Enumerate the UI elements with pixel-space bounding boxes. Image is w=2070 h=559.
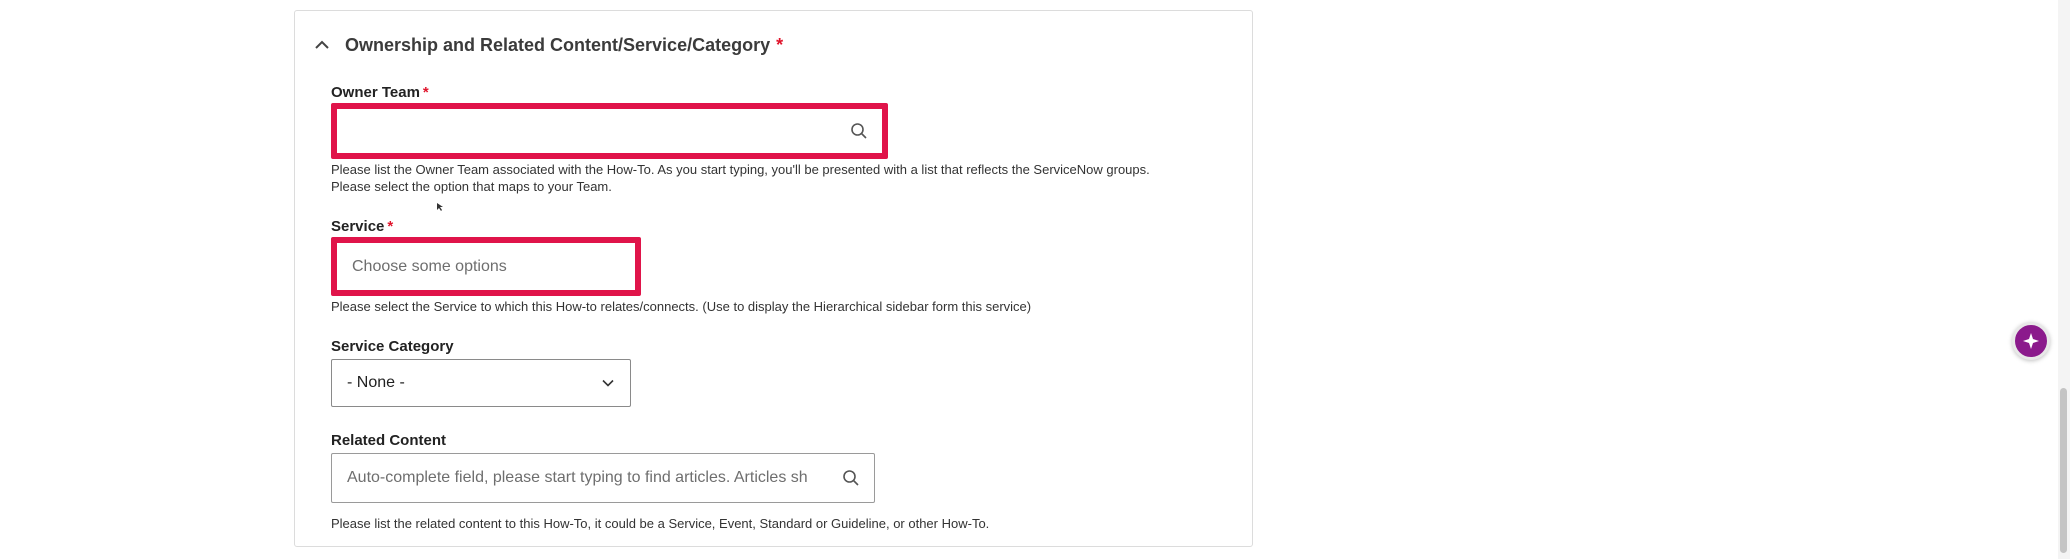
related-content-label: Related Content — [331, 432, 447, 449]
sparkle-icon — [2023, 333, 2039, 349]
required-marker: * — [387, 218, 394, 235]
owner-team-label-text: Owner Team — [331, 84, 420, 101]
owner-team-label: Owner Team * — [331, 84, 429, 101]
chevron-down-icon — [602, 379, 614, 387]
mouse-cursor-icon — [437, 203, 443, 211]
service-category-value: - None - — [347, 374, 405, 391]
service-placeholder: Choose some options — [352, 257, 507, 275]
scrollbar-thumb[interactable] — [2060, 388, 2067, 553]
related-content-placeholder: Auto-complete field, please start typing… — [347, 469, 808, 486]
owner-team-help-line1: Please list the Owner Team associated wi… — [331, 162, 1150, 177]
required-marker: * — [422, 84, 429, 101]
service-input[interactable]: Choose some options — [331, 237, 641, 296]
section-title: Ownership and Related Content/Service/Ca… — [345, 34, 771, 55]
service-help: Please select the Service to which this … — [331, 299, 1032, 314]
panel-header-toggle[interactable]: Ownership and Related Content/Service/Ca… — [311, 25, 783, 65]
related-content-help: Please list the related content to this … — [331, 516, 990, 531]
search-icon[interactable] — [850, 122, 868, 140]
chevron-up-icon — [315, 40, 329, 49]
assistant-button[interactable] — [2012, 322, 2050, 360]
related-content-input[interactable]: Auto-complete field, please start typing… — [331, 453, 875, 503]
service-category-select[interactable]: - None - — [331, 359, 631, 407]
required-marker: * — [776, 34, 784, 55]
service-label: Service * — [331, 218, 393, 235]
ownership-panel: Ownership and Related Content/Service/Ca… — [294, 10, 1253, 547]
service-category-label: Service Category — [331, 338, 454, 355]
owner-team-help-line2: Please select the option that maps to yo… — [331, 179, 612, 194]
owner-team-input[interactable] — [331, 103, 888, 159]
service-label-text: Service — [331, 218, 385, 235]
search-icon[interactable] — [842, 469, 860, 487]
owner-team-help: Please list the Owner Team associated wi… — [331, 161, 1150, 195]
